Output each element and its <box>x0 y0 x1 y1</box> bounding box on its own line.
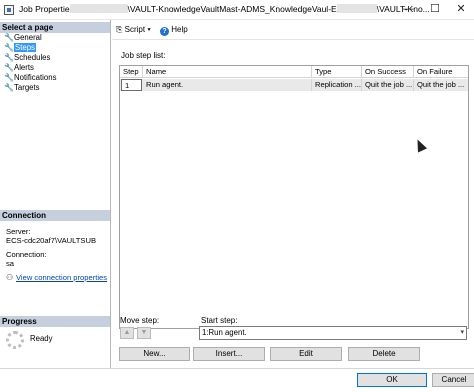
cancel-button[interactable]: Cancel <box>432 373 474 387</box>
sidebar-item-steps[interactable]: 🔧 Steps <box>2 43 56 53</box>
column-type[interactable]: Type <box>312 66 362 78</box>
app-icon <box>4 5 14 15</box>
sidebar: Select a page 🔧 General 🔧 Steps 🔧 Schedules… <box>0 20 111 368</box>
arrow-down-icon: ▼ <box>140 329 148 336</box>
wrench-icon: 🔧 <box>4 73 14 82</box>
page-list: 🔧 General 🔧 Steps 🔧 Schedules 🔧 Alerts 🔧 Noti… <box>2 33 56 93</box>
cell-type: Replication ... <box>312 79 362 91</box>
column-step[interactable]: Step <box>120 66 143 78</box>
chevron-down-icon: ▾ <box>460 329 464 336</box>
help-label: Help <box>171 25 188 34</box>
move-down-button[interactable]: ▼ <box>137 327 151 339</box>
table-row[interactable]: 1 Run agent. Replication ... Quit the jo… <box>120 79 468 91</box>
connection-value: sa <box>6 259 15 268</box>
sidebar-item-general[interactable]: 🔧 General <box>2 33 56 43</box>
connection-info: Server: ECS-cdc20af7\VAULTSUB Connection… <box>6 227 107 282</box>
sidebar-item-label: Schedules <box>14 53 51 62</box>
minimize-button[interactable]: — <box>394 0 422 19</box>
grid-header: Step Name Type On Success On Failure <box>120 66 468 78</box>
sidebar-item-schedules[interactable]: 🔧 Schedules <box>2 53 56 63</box>
view-connection-properties[interactable]: ⚇ View connection properties <box>6 273 107 282</box>
redacted-block <box>69 4 128 13</box>
server-value: ECS-cdc20af7\VAULTSUB <box>6 236 97 245</box>
wrench-icon: 🔧 <box>4 83 14 92</box>
wrench-icon: 🔧 <box>4 43 14 52</box>
main-panel: ⎘ Script ▾ ? Help Job step list: Step Na… <box>112 20 474 368</box>
connection-label: Connection: <box>6 250 47 259</box>
progress-header: Progress <box>0 316 110 327</box>
view-connection-link[interactable]: View connection properties <box>16 273 107 282</box>
sidebar-item-label: Alerts <box>14 63 34 72</box>
window-title: Job Propertie \VAULT-KnowledgeVaultMast-A… <box>19 4 430 14</box>
help-icon: ? <box>160 27 169 36</box>
sidebar-item-label: Notifications <box>14 73 57 82</box>
maximize-button[interactable]: ☐ <box>421 0 449 19</box>
progress-spinner-icon <box>6 331 24 349</box>
toolbar: ⎘ Script ▾ ? Help <box>112 20 474 40</box>
arrow-up-icon: ▲ <box>123 329 131 336</box>
title-bar: Job Propertie \VAULT-KnowledgeVaultMast-A… <box>0 0 474 20</box>
start-step-label: Start step: <box>201 316 238 325</box>
footer-divider <box>0 368 474 369</box>
connection-header: Connection <box>0 210 110 221</box>
sidebar-item-label: Steps <box>14 43 36 52</box>
delete-button[interactable]: Delete <box>348 347 420 361</box>
sidebar-item-targets[interactable]: 🔧 Targets <box>2 83 56 93</box>
sidebar-item-label: General <box>14 33 42 42</box>
move-step-label: Move step: <box>120 316 160 325</box>
column-on-failure[interactable]: On Failure <box>414 66 468 78</box>
job-step-grid[interactable]: Step Name Type On Success On Failure 1 R… <box>119 65 469 329</box>
chevron-down-icon: ▾ <box>147 25 151 34</box>
title-middle: \VAULT-KnowledgeVaultMast-ADMS_Knowledge… <box>127 4 337 14</box>
cell-name: Run agent. <box>143 79 312 91</box>
properties-icon: ⚇ <box>6 273 14 282</box>
column-name[interactable]: Name <box>143 66 312 78</box>
start-step-select[interactable]: 1:Run agent. ▾ <box>199 326 467 340</box>
sidebar-item-alerts[interactable]: 🔧 Alerts <box>2 63 56 73</box>
wrench-icon: 🔧 <box>4 53 14 62</box>
cell-on-success: Quit the job ... <box>362 79 414 91</box>
progress-status: Ready <box>30 334 53 343</box>
script-label: Script <box>124 25 146 34</box>
sidebar-item-label: Targets <box>14 83 40 92</box>
wrench-icon: 🔧 <box>4 33 14 42</box>
help-button[interactable]: ? Help <box>160 25 188 36</box>
ok-button[interactable]: OK <box>357 373 427 387</box>
script-icon: ⎘ <box>116 25 123 34</box>
cell-step: 1 <box>121 79 142 91</box>
insert-button[interactable]: Insert... <box>193 347 265 361</box>
redacted-block <box>336 4 377 13</box>
column-on-success[interactable]: On Success <box>362 66 414 78</box>
cell-on-failure: Quit the job ... <box>417 80 465 89</box>
move-up-button[interactable]: ▲ <box>120 327 134 339</box>
new-button[interactable]: New... <box>119 347 190 361</box>
wrench-icon: 🔧 <box>4 63 14 72</box>
sidebar-item-notifications[interactable]: 🔧 Notifications <box>2 73 56 83</box>
edit-button[interactable]: Edit <box>270 347 342 361</box>
script-button[interactable]: ⎘ Script ▾ <box>116 25 151 35</box>
job-step-list-label: Job step list: <box>121 51 166 60</box>
start-step-value: 1:Run agent. <box>202 328 247 337</box>
server-label: Server: <box>6 227 31 236</box>
select-page-header: Select a page <box>0 22 110 33</box>
close-button[interactable]: ✕ <box>447 0 474 19</box>
title-prefix: Job Propertie <box>19 4 70 14</box>
